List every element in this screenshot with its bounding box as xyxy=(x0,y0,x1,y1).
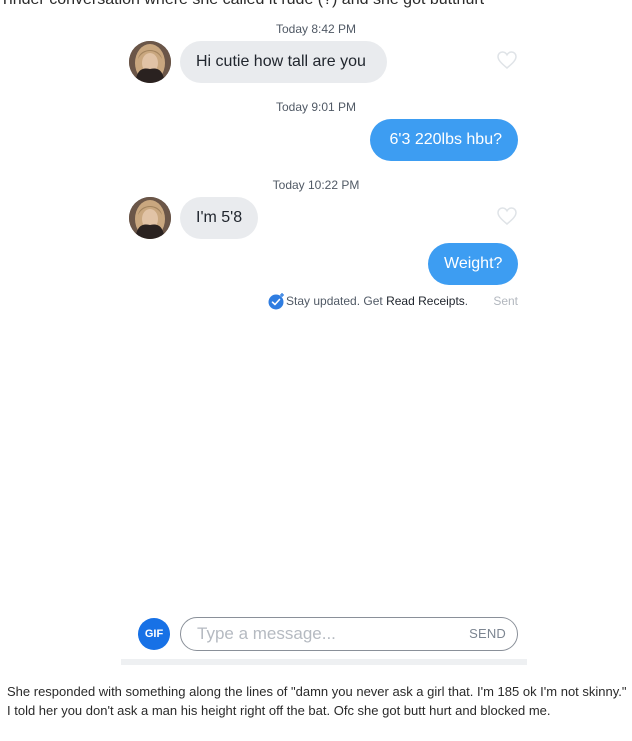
gif-button[interactable]: GIF xyxy=(138,618,170,650)
message-timestamp: Today 10:22 PM xyxy=(272,178,360,192)
outgoing-message-bubble: Weight? xyxy=(428,243,518,285)
receipt-promo-prefix: Stay updated. Get xyxy=(286,294,387,308)
heart-outline-icon[interactable] xyxy=(496,50,518,70)
message-timestamp: Today 9:01 PM xyxy=(275,100,357,114)
composer-bottom-divider xyxy=(121,659,527,665)
message-input[interactable] xyxy=(180,617,518,651)
receipt-promo-text: Stay updated. Get Read Receipts. xyxy=(286,294,468,308)
message-status: Sent xyxy=(493,294,518,308)
message-composer: GIF SEND xyxy=(138,617,518,651)
chat-thread: Today 8:42 PM Hi cutie how tall are you … xyxy=(0,0,632,668)
match-avatar[interactable] xyxy=(129,41,171,83)
read-receipts-link[interactable]: Read Receipts xyxy=(386,294,465,308)
send-button[interactable]: SEND xyxy=(469,626,506,641)
outgoing-message-bubble: 6'3 220lbs hbu? xyxy=(370,119,518,161)
incoming-message-bubble: Hi cutie how tall are you xyxy=(180,41,387,83)
avatar-photo xyxy=(129,41,171,83)
read-receipt-promo: Stay updated. Get Read Receipts. Sent xyxy=(268,290,522,310)
avatar-photo xyxy=(129,197,171,239)
receipt-promo-suffix: . xyxy=(464,294,469,308)
incoming-message-bubble: I'm 5'8 xyxy=(180,197,258,239)
message-timestamp: Today 8:42 PM xyxy=(275,22,357,36)
heart-outline-icon[interactable] xyxy=(496,206,518,226)
post-caption: She responded with something along the l… xyxy=(7,684,627,718)
match-avatar[interactable] xyxy=(129,197,171,239)
read-receipt-check-icon xyxy=(268,293,284,310)
